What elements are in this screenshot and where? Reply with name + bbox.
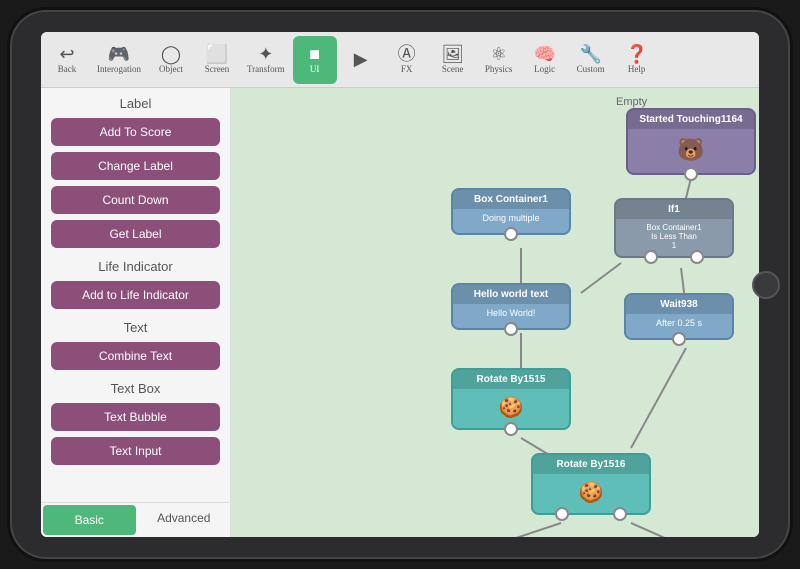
tablet-screen: ↩ Back 🎮 Interogation ◯ Object ⬜ Screen … [41, 32, 759, 537]
toolbar: ↩ Back 🎮 Interogation ◯ Object ⬜ Screen … [41, 32, 759, 88]
if1-connector-right [690, 250, 704, 264]
toolbar-logic-label: Logic [534, 65, 555, 74]
node-if1[interactable]: If1 Box Container1Is Less Than1 [614, 198, 734, 258]
toolbar-ui[interactable]: ■ UI [293, 36, 337, 84]
toolbar-fx[interactable]: Ⓐ FX [385, 36, 429, 84]
object-icon: ◯ [161, 45, 181, 63]
cookie-icon-1516: 🍪 [541, 478, 641, 507]
tab-advanced[interactable]: Advanced [138, 503, 231, 537]
node-wait938[interactable]: Wait938 After 0.25 s [624, 293, 734, 340]
node-rotate1516-body: 🍪 [533, 474, 649, 513]
toolbar-physics[interactable]: ⚛ Physics [477, 36, 521, 84]
node-if1-body: Box Container1Is Less Than1 [616, 219, 732, 256]
node-rotate1516-title: Rotate By1516 [533, 455, 649, 474]
if1-connector-left [644, 250, 658, 264]
toolbar-custom[interactable]: 🔧 Custom [569, 36, 613, 84]
toolbar-scene-label: Scene [442, 65, 464, 74]
toolbar-help-label: Help [628, 65, 646, 74]
toolbar-logic[interactable]: 🧠 Logic [523, 36, 567, 84]
empty-label: Empty [616, 96, 647, 108]
node-started-title: Started Touching1164 [628, 110, 754, 129]
node-box-title: Box Container1 [453, 190, 569, 209]
count-down-btn[interactable]: Count Down [51, 186, 220, 214]
rotate1516-connector-right [613, 507, 627, 521]
toolbar-transform[interactable]: ✦ Transform [241, 36, 291, 84]
logic-icon: 🧠 [533, 45, 555, 63]
fx-icon: Ⓐ [398, 45, 416, 63]
combine-text-btn[interactable]: Combine Text [51, 342, 220, 370]
transform-icon: ✦ [258, 45, 273, 63]
sidebar: Label Add To Score Change Label Count Do… [41, 88, 231, 537]
rotate1515-connector-bottom [504, 422, 518, 436]
change-label-btn[interactable]: Change Label [51, 152, 220, 180]
toolbar-back[interactable]: ↩ Back [45, 36, 89, 84]
help-icon: ❓ [625, 45, 647, 63]
node-started-touching[interactable]: Started Touching1164 🐻 [626, 108, 756, 175]
toolbar-screen[interactable]: ⬜ Screen [195, 36, 239, 84]
toolbar-help[interactable]: ❓ Help [615, 36, 659, 84]
toolbar-play[interactable]: ▶ [339, 36, 383, 84]
get-label-btn[interactable]: Get Label [51, 220, 220, 248]
play-icon: ▶ [354, 50, 368, 68]
node-box-container[interactable]: Box Container1 Doing multiple [451, 188, 571, 235]
text-input-btn[interactable]: Text Input [51, 437, 220, 465]
sidebar-tabs: Basic Advanced [41, 502, 230, 537]
box-connector-bottom [504, 227, 518, 241]
label-section-title: Label [41, 88, 230, 115]
add-to-score-btn[interactable]: Add To Score [51, 118, 220, 146]
tablet-frame: ↩ Back 🎮 Interogation ◯ Object ⬜ Screen … [10, 10, 790, 559]
screen-icon: ⬜ [206, 45, 228, 63]
node-if1-title: If1 [616, 200, 732, 219]
wait-connector-bottom [672, 332, 686, 346]
started-connector-bottom [684, 167, 698, 181]
tab-basic[interactable]: Basic [43, 505, 136, 535]
ui-icon: ■ [309, 45, 320, 63]
node-rotate1515[interactable]: Rotate By1515 🍪 [451, 368, 571, 430]
node-hello-world[interactable]: Hello world text Hello World! [451, 283, 571, 330]
toolbar-object[interactable]: ◯ Object [149, 36, 193, 84]
toolbar-object-label: Object [159, 65, 183, 74]
canvas-area[interactable]: Empty Started Touching1164 🐻 Box Contain… [231, 88, 759, 537]
node-wait-title: Wait938 [626, 295, 732, 314]
toolbar-physics-label: Physics [485, 65, 513, 74]
toolbar-transform-label: Transform [247, 65, 285, 74]
gamepad-icon: 🎮 [108, 45, 130, 63]
cookie-icon-1515: 🍪 [461, 393, 561, 422]
add-life-btn[interactable]: Add to Life Indicator [51, 281, 220, 309]
toolbar-screen-label: Screen [205, 65, 230, 74]
home-button[interactable] [752, 271, 780, 299]
textbox-section-title: Text Box [41, 373, 230, 400]
custom-icon: 🔧 [579, 45, 601, 63]
toolbar-fx-label: FX [401, 65, 413, 74]
back-icon: ↩ [59, 45, 74, 63]
node-rotate1516[interactable]: Rotate By1516 🍪 [531, 453, 651, 515]
rotate1516-connector-left [555, 507, 569, 521]
toolbar-inter-label: Interogation [97, 65, 141, 74]
node-rotate1515-title: Rotate By1515 [453, 370, 569, 389]
hello-connector-bottom [504, 322, 518, 336]
toolbar-interogation[interactable]: 🎮 Interogation [91, 36, 147, 84]
text-bubble-btn[interactable]: Text Bubble [51, 403, 220, 431]
main-area: Label Add To Score Change Label Count Do… [41, 88, 759, 537]
scene-icon: 🖼 [441, 45, 464, 63]
toolbar-scene[interactable]: 🖼 Scene [431, 36, 475, 84]
text-section-title: Text [41, 312, 230, 339]
node-hello-title: Hello world text [453, 285, 569, 304]
toolbar-ui-label: UI [310, 65, 320, 74]
toolbar-custom-label: Custom [577, 65, 605, 74]
physics-icon: ⚛ [491, 45, 507, 63]
toolbar-back-label: Back [58, 65, 77, 74]
life-section-title: Life Indicator [41, 251, 230, 278]
bear-icon: 🐻 [636, 133, 746, 167]
